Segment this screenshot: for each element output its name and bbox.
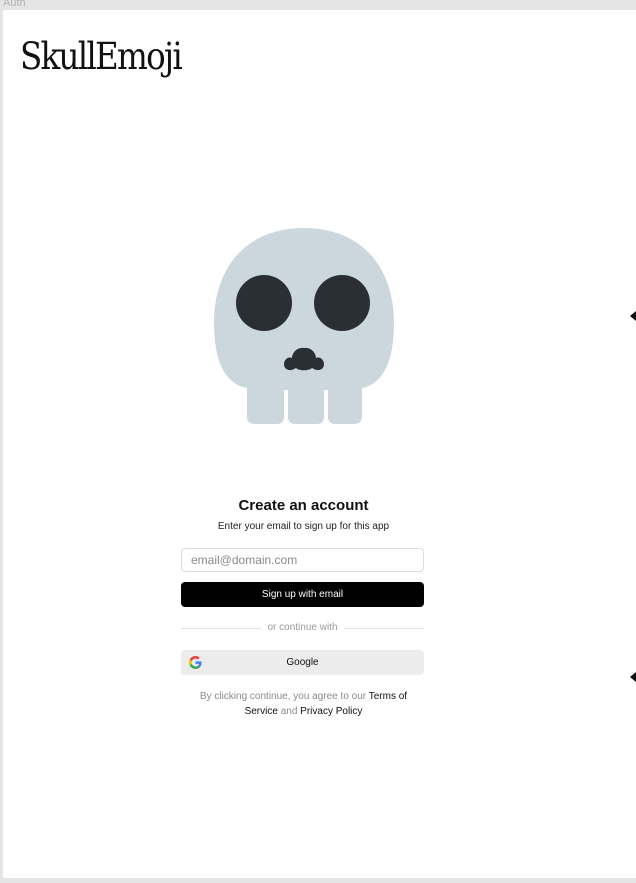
divider-line-right xyxy=(344,628,424,629)
terms-prefix: By clicking continue, you agree to our xyxy=(199,691,367,702)
terms-text: By clicking continue, you agree to our T… xyxy=(186,689,421,719)
brand-logo: SkullEmoji xyxy=(20,35,183,78)
connector-arrow-top xyxy=(630,311,636,321)
connector-arrow-bottom xyxy=(630,672,636,682)
page-title: Create an account xyxy=(238,497,369,514)
privacy-link[interactable]: Privacy Policy xyxy=(300,706,362,717)
frame-label: Auth xyxy=(3,0,26,9)
page-subtitle: Enter your email to sign up for this app xyxy=(217,521,390,532)
google-signin-button[interactable]: Google xyxy=(181,650,424,675)
auth-frame: SkullEmoji xyxy=(3,10,636,878)
signup-email-button[interactable]: Sign up with email xyxy=(181,582,424,607)
or-divider: or continue with xyxy=(181,622,424,635)
google-icon xyxy=(189,656,202,669)
terms-and: and xyxy=(280,706,298,717)
google-button-label: Google xyxy=(286,657,319,668)
email-field[interactable] xyxy=(181,548,424,572)
skull-icon xyxy=(214,228,394,424)
